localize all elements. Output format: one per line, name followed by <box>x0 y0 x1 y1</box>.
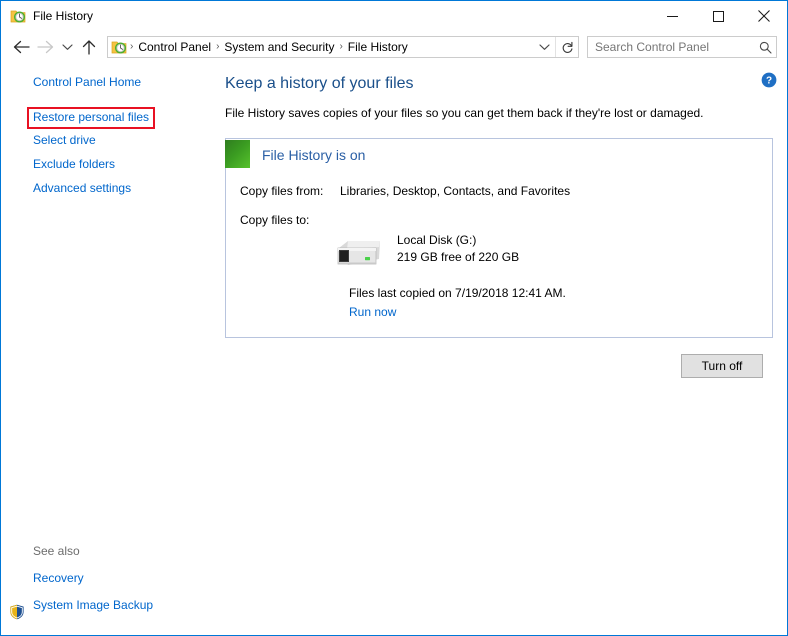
status-indicator-icon <box>225 139 250 168</box>
sidebar-item-select-drive[interactable]: Select drive <box>33 133 155 148</box>
title-bar: File History <box>1 1 787 31</box>
sidebar: Control Panel Home Restore personal file… <box>1 63 213 635</box>
hard-drive-icon <box>335 237 383 271</box>
breadcrumb-system-and-security[interactable]: System and Security <box>220 37 338 57</box>
close-button[interactable] <box>741 1 787 31</box>
main-pane: Keep a history of your files File Histor… <box>225 63 773 635</box>
recent-locations-button[interactable] <box>57 35 77 59</box>
see-also-item-recovery[interactable]: Recovery <box>33 571 233 586</box>
copy-files-to-row: Copy files to: <box>240 212 772 228</box>
navigation-bar: › Control Panel › System and Security › … <box>1 31 787 63</box>
status-body: Copy files from: Libraries, Desktop, Con… <box>226 169 772 337</box>
uac-shield-icon <box>9 604 25 620</box>
status-header: File History is on <box>225 139 772 169</box>
forward-button[interactable] <box>33 35 57 59</box>
window-controls <box>649 1 787 31</box>
chevron-down-icon[interactable] <box>533 37 555 57</box>
search-input[interactable]: Search Control Panel <box>588 40 754 54</box>
page-description: File History saves copies of your files … <box>225 106 704 120</box>
file-history-status-panel: File History is on Copy files from: Libr… <box>225 138 773 338</box>
content-area: ? Control Panel Home Restore personal fi… <box>1 63 787 635</box>
run-now-wrapper: Run now <box>240 301 772 321</box>
drive-name: Local Disk (G:) <box>397 233 477 247</box>
breadcrumb-file-history[interactable]: File History <box>344 37 412 57</box>
sidebar-task-list: Restore personal files Select drive Excl… <box>27 107 156 205</box>
sidebar-item-advanced-settings[interactable]: Advanced settings <box>33 181 155 196</box>
maximize-button[interactable] <box>695 1 741 31</box>
drive-info: Local Disk (G:) 219 GB free of 220 GB <box>397 231 519 266</box>
see-also-title: See also <box>33 544 80 558</box>
sidebar-item-label[interactable]: Restore personal files <box>33 110 149 125</box>
sidebar-item-restore-personal-files[interactable]: Restore personal files <box>27 107 156 129</box>
turn-off-button[interactable]: Turn off <box>681 354 763 378</box>
back-button[interactable] <box>9 35 33 59</box>
see-also-section: See also Recovery System Image Backup <box>10 544 233 625</box>
sidebar-item-label[interactable]: Control Panel Home <box>33 75 141 90</box>
refresh-icon[interactable] <box>555 37 578 57</box>
last-copied-text: Files last copied on 7/19/2018 12:41 AM. <box>349 286 566 300</box>
file-history-icon <box>10 8 26 24</box>
action-button-row: Turn off <box>225 354 773 378</box>
breadcrumb-file-history-icon <box>111 39 127 55</box>
copy-files-from-value: Libraries, Desktop, Contacts, and Favori… <box>340 184 571 198</box>
up-button[interactable] <box>77 35 101 59</box>
see-also-item-system-image-backup[interactable]: System Image Backup <box>9 598 233 625</box>
search-box[interactable]: Search Control Panel <box>587 36 777 58</box>
copy-files-from-label: Copy files from: <box>240 184 324 198</box>
target-drive-block: Local Disk (G:) 219 GB free of 220 GB <box>335 231 772 271</box>
file-history-window: File History › Control Panel › System an… <box>0 0 788 636</box>
run-now-link[interactable]: Run now <box>349 304 396 320</box>
see-also-item-label[interactable]: System Image Backup <box>33 598 153 613</box>
minimize-button[interactable] <box>649 1 695 31</box>
copy-files-to-label: Copy files to: <box>240 213 310 227</box>
breadcrumb-control-panel[interactable]: Control Panel <box>134 37 215 57</box>
sidebar-item-control-panel-home[interactable]: Control Panel Home <box>33 75 141 90</box>
window-title: File History <box>33 9 94 23</box>
drive-capacity: 219 GB free of 220 GB <box>397 250 520 264</box>
copy-files-from-row: Copy files from: Libraries, Desktop, Con… <box>240 183 772 199</box>
address-bar[interactable]: › Control Panel › System and Security › … <box>107 36 579 58</box>
sidebar-item-exclude-folders[interactable]: Exclude folders <box>33 157 155 172</box>
search-icon[interactable] <box>754 41 776 54</box>
page-title: Keep a history of your files <box>225 75 414 92</box>
status-label: File History is on <box>262 147 366 163</box>
